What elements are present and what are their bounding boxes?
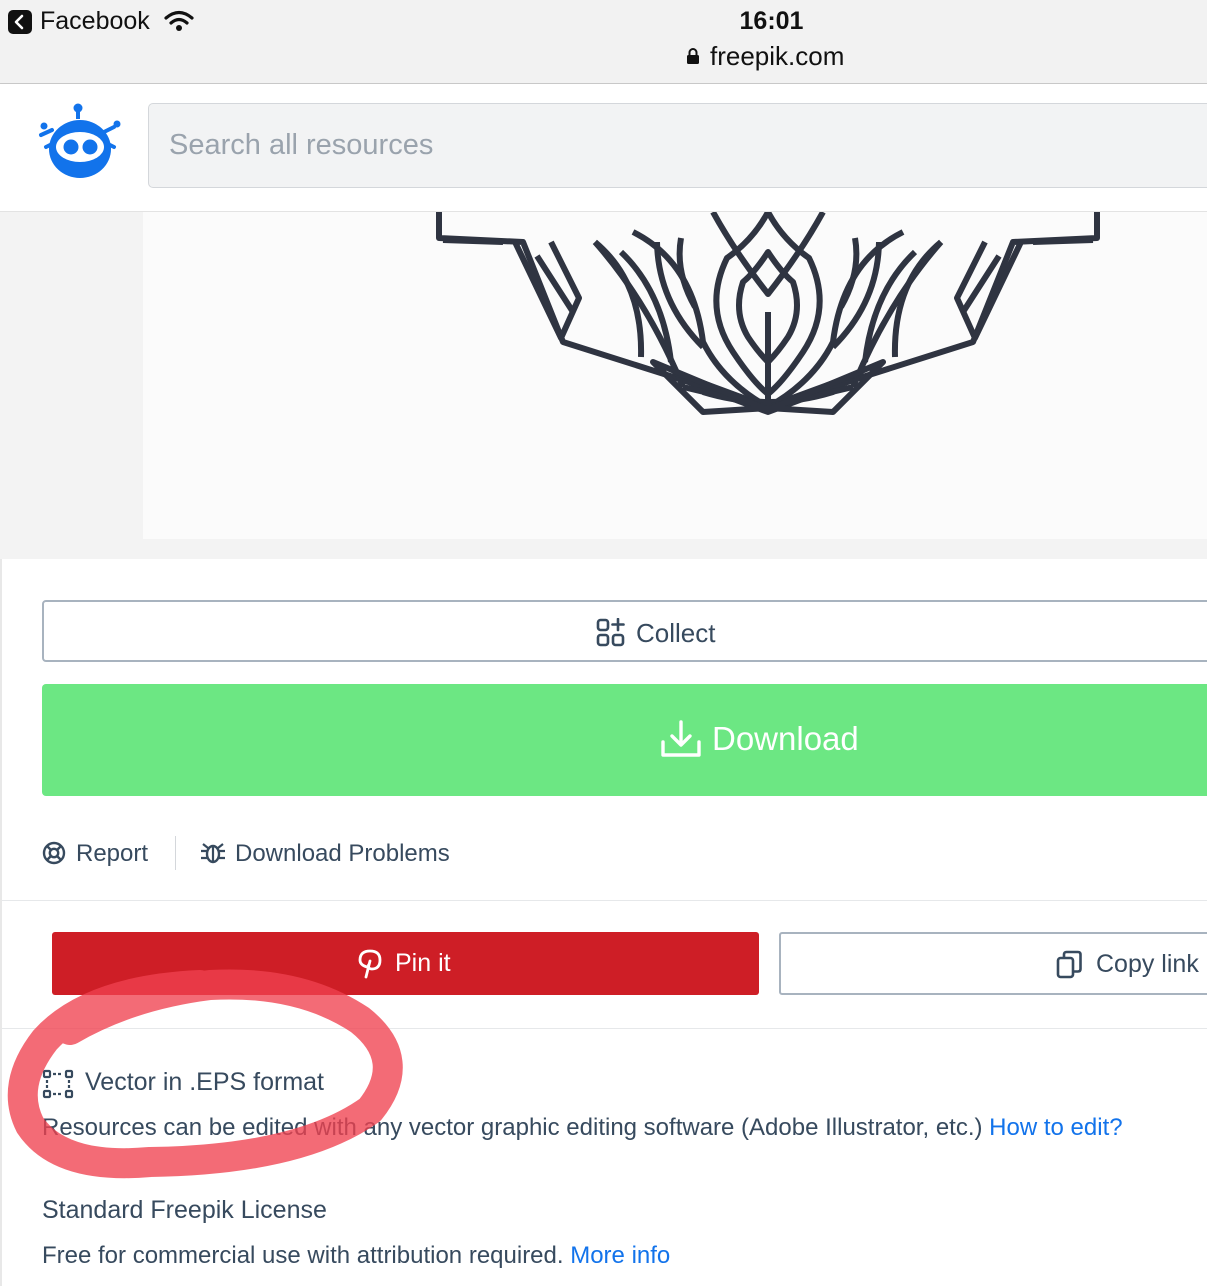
format-description: Resources can be edited with any vector … bbox=[42, 1114, 1123, 1142]
report-label: Report bbox=[76, 840, 149, 867]
status-bar: Facebook 16:01 freepik.com bbox=[0, 0, 1207, 84]
format-title-label: Vector in .EPS format bbox=[85, 1068, 324, 1096]
search-input[interactable] bbox=[149, 104, 1207, 187]
resource-details bbox=[0, 559, 1207, 1286]
address-bar[interactable]: freepik.com bbox=[686, 41, 844, 72]
collect-label: Collect bbox=[636, 618, 716, 648]
lock-icon bbox=[687, 48, 699, 64]
collect-icon bbox=[596, 618, 625, 647]
pin-it-label: Pin it bbox=[395, 949, 451, 977]
content-border bbox=[0, 559, 2, 1286]
how-to-edit-link[interactable]: How to edit? bbox=[989, 1114, 1122, 1141]
section-divider bbox=[2, 900, 1207, 901]
vector-nodes-icon bbox=[42, 1069, 74, 1099]
copy-icon bbox=[1056, 950, 1082, 979]
download-label: Download bbox=[712, 720, 859, 757]
bug-icon bbox=[201, 843, 225, 864]
freepik-logo-icon[interactable] bbox=[38, 103, 122, 183]
more-info-link[interactable]: More info bbox=[570, 1242, 670, 1269]
download-button[interactable]: Download bbox=[42, 684, 1207, 796]
search-box[interactable] bbox=[148, 103, 1207, 188]
copy-link-button[interactable]: Copy link bbox=[779, 932, 1207, 995]
copy-link-label: Copy link bbox=[1096, 950, 1199, 978]
lifebuoy-icon bbox=[42, 841, 66, 865]
pin-it-button[interactable]: Pin it bbox=[52, 932, 759, 995]
format-description-text: Resources can be edited with any vector … bbox=[42, 1114, 983, 1141]
download-problems-label: Download Problems bbox=[235, 840, 450, 867]
status-time: 16:01 bbox=[739, 7, 804, 35]
license-title: Standard Freepik License bbox=[42, 1196, 327, 1224]
section-divider bbox=[2, 1028, 1207, 1029]
preview-image bbox=[143, 212, 1207, 539]
divider bbox=[175, 836, 176, 870]
license-description: Free for commercial use with attribution… bbox=[42, 1242, 670, 1270]
license-description-text: Free for commercial use with attribution… bbox=[42, 1242, 564, 1269]
collect-button[interactable]: Collect bbox=[42, 600, 1207, 662]
download-icon bbox=[661, 720, 701, 757]
url-text: freepik.com bbox=[710, 41, 845, 71]
pinterest-icon bbox=[358, 949, 382, 979]
